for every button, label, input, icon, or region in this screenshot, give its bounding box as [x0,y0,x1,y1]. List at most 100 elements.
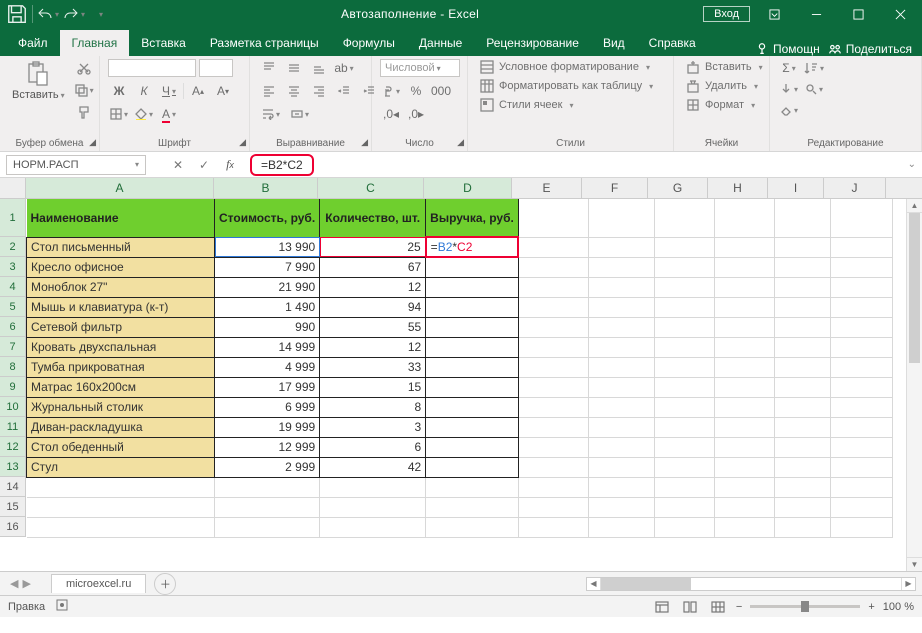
find-icon[interactable] [803,80,825,98]
cell-D2[interactable]: =B2*C2 [426,237,519,257]
cell-J13[interactable] [830,457,892,477]
cell-G14[interactable] [654,477,714,497]
cell-D4[interactable] [426,277,519,297]
cells-format-button[interactable]: Формат [682,97,759,113]
row-headers[interactable]: 12345678910111213141516 [0,199,26,537]
cell-G6[interactable] [654,317,714,337]
cell-B4[interactable]: 21 990 [215,277,320,297]
cell-C8[interactable]: 33 [320,357,426,377]
formula-accept-icon[interactable]: ✓ [192,155,216,175]
cell-I3[interactable] [774,257,830,277]
cell-C4[interactable]: 12 [320,277,426,297]
inc-decimal-icon[interactable]: ,0◂ [380,105,402,123]
italic-button[interactable]: К [133,82,155,100]
cell-H1[interactable] [714,199,774,237]
cell-D9[interactable] [426,377,519,397]
number-format-combo[interactable]: Числовой [380,59,460,77]
cell-H2[interactable] [714,237,774,257]
cells-delete-button[interactable]: Удалить [682,78,762,94]
row-header-9[interactable]: 9 [0,377,25,397]
cell-G10[interactable] [654,397,714,417]
hscroll-thumb[interactable] [601,578,691,590]
column-headers[interactable]: ABCDEFGHIJ [26,178,922,199]
cell-J5[interactable] [830,297,892,317]
scroll-right-icon[interactable]: ▶ [901,578,915,590]
cell-A3[interactable]: Кресло офисное [27,257,215,277]
cell-B9[interactable]: 17 999 [215,377,320,397]
cell-G12[interactable] [654,437,714,457]
cell-B14[interactable] [215,477,320,497]
sort-filter-icon[interactable] [803,59,825,77]
name-box[interactable]: НОРМ.РАСП▾ [6,155,146,175]
cell-B16[interactable] [215,517,320,537]
cell-I7[interactable] [774,337,830,357]
minimize-icon[interactable] [798,0,834,28]
cell-C15[interactable] [320,497,426,517]
vscroll-thumb[interactable] [909,213,920,363]
cell-styles-button[interactable]: Стили ячеек [476,97,578,113]
paste-button[interactable]: Вставить [8,59,69,103]
row-header-14[interactable]: 14 [0,477,25,497]
cell-H13[interactable] [714,457,774,477]
bold-button[interactable]: Ж [108,82,130,100]
tab-help[interactable]: Справка [637,30,708,56]
zoom-slider[interactable] [750,605,860,608]
cell-H7[interactable] [714,337,774,357]
thousands-icon[interactable]: 000 [430,82,452,100]
align-middle-icon[interactable] [283,59,305,77]
cell-E7[interactable] [518,337,588,357]
cell-I16[interactable] [774,517,830,537]
cell-B2[interactable]: 13 990 [215,237,320,257]
cell-J16[interactable] [830,517,892,537]
percent-icon[interactable]: % [405,82,427,100]
zoom-level[interactable]: 100 % [883,601,914,613]
cell-G1[interactable] [654,199,714,237]
cell-B8[interactable]: 4 999 [215,357,320,377]
cell-D14[interactable] [426,477,519,497]
cell-C16[interactable] [320,517,426,537]
cell-F4[interactable] [588,277,654,297]
cell-C1[interactable]: Количество, шт. [320,199,426,237]
cell-F2[interactable] [588,237,654,257]
cell-G2[interactable] [654,237,714,257]
qat-customize-icon[interactable] [89,3,111,25]
tab-review[interactable]: Рецензирование [474,30,591,56]
cell-F13[interactable] [588,457,654,477]
cell-H14[interactable] [714,477,774,497]
cell-E12[interactable] [518,437,588,457]
maximize-icon[interactable] [840,0,876,28]
row-header-3[interactable]: 3 [0,257,25,277]
login-button[interactable]: Вход [703,6,750,22]
cell-A6[interactable]: Сетевой фильтр [27,317,215,337]
cell-B13[interactable]: 2 999 [215,457,320,477]
cell-D5[interactable] [426,297,519,317]
cell-D10[interactable] [426,397,519,417]
cell-G11[interactable] [654,417,714,437]
tab-data[interactable]: Данные [407,30,474,56]
scroll-down-icon[interactable]: ▼ [907,557,922,571]
cell-F11[interactable] [588,417,654,437]
cell-J10[interactable] [830,397,892,417]
view-pagebreak-icon[interactable] [708,599,728,615]
cut-icon[interactable] [73,59,95,77]
cell-A10[interactable]: Журнальный столик [27,397,215,417]
col-header-F[interactable]: F [582,178,648,198]
cell-J15[interactable] [830,497,892,517]
cell-J12[interactable] [830,437,892,457]
cell-B5[interactable]: 1 490 [215,297,320,317]
clear-icon[interactable] [778,101,800,119]
formula-cancel-icon[interactable]: ✕ [166,155,190,175]
cell-A7[interactable]: Кровать двухспальная [27,337,215,357]
cell-E15[interactable] [518,497,588,517]
cond-format-button[interactable]: Условное форматирование [476,59,654,75]
cell-F8[interactable] [588,357,654,377]
cell-J1[interactable] [830,199,892,237]
cell-H4[interactable] [714,277,774,297]
formula-input[interactable]: =B2*C2 [255,157,309,173]
cell-B12[interactable]: 12 999 [215,437,320,457]
row-header-5[interactable]: 5 [0,297,25,317]
row-header-11[interactable]: 11 [0,417,25,437]
cell-F1[interactable] [588,199,654,237]
cell-E4[interactable] [518,277,588,297]
cell-F7[interactable] [588,337,654,357]
